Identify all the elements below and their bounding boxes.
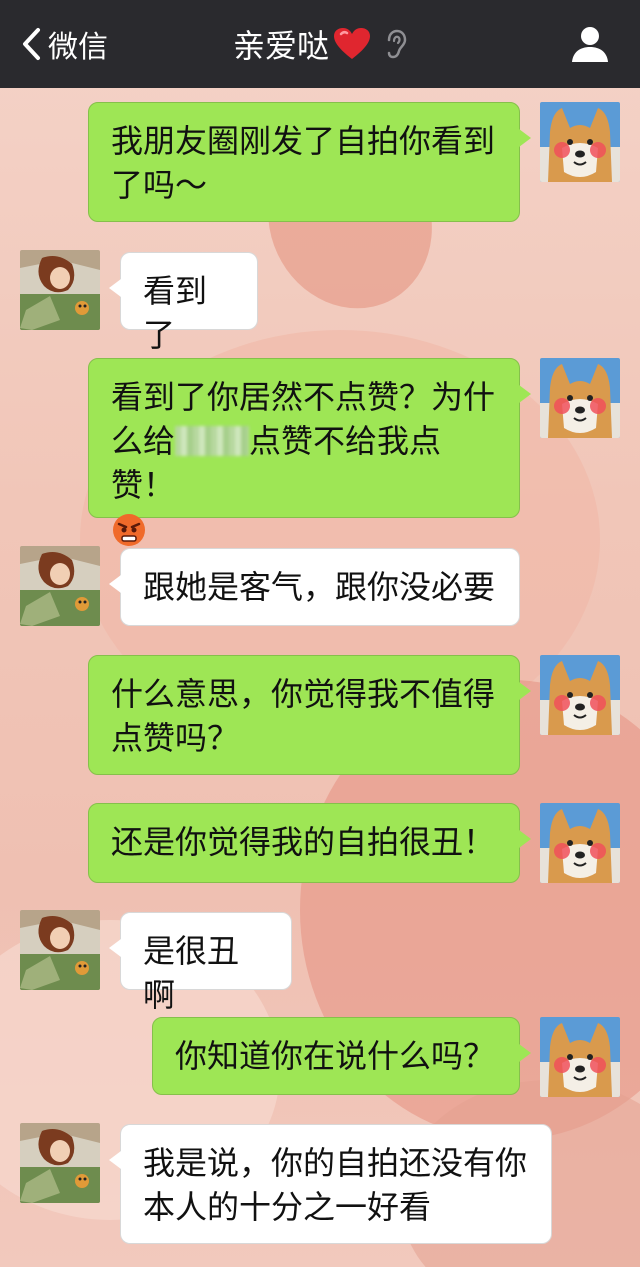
message-bubble-sent[interactable]: 我朋友圈刚发了自拍你看到了吗～ xyxy=(88,102,531,222)
contact-profile-button[interactable] xyxy=(570,24,610,64)
message-bubble-received[interactable]: 我是说，你的自拍还没有你本人的十分之一好看 xyxy=(109,1124,552,1244)
contact-avatar[interactable] xyxy=(20,546,100,626)
message-text: 什么意思，你觉得我不值得点赞吗？ xyxy=(111,675,496,757)
contact-name: 亲爱哒 xyxy=(232,27,329,65)
angry-face-icon xyxy=(113,514,145,546)
message-text: 你知道你在说什么吗？ xyxy=(175,1037,496,1075)
message-bubble-received[interactable]: 是很丑啊 xyxy=(109,912,292,1014)
message-bubble-sent[interactable]: 还是你觉得我的自拍很丑！ xyxy=(88,803,531,883)
contact-avatar[interactable] xyxy=(20,1123,100,1203)
message-bubble-sent[interactable]: 什么意思，你觉得我不值得点赞吗？ xyxy=(88,655,531,775)
message-text: 还是你觉得我的自拍很丑！ xyxy=(111,823,496,861)
person-icon xyxy=(572,27,608,62)
my-avatar[interactable] xyxy=(540,358,620,438)
message-text: 我朋友圈刚发了自拍你看到了吗～ xyxy=(111,122,496,204)
message-bubble-sent[interactable]: 你知道你在说什么吗？ xyxy=(152,1017,531,1095)
chat-header: 微信 亲爱哒 xyxy=(0,0,640,88)
chat-title: 亲爱哒 xyxy=(0,0,640,88)
message-bubble-received[interactable]: 看到了 xyxy=(109,252,258,354)
ear-icon xyxy=(385,28,407,60)
message-bubble-received[interactable]: 跟她是客气，跟你没必要 xyxy=(109,548,520,626)
my-avatar[interactable] xyxy=(540,1017,620,1097)
heart-icon xyxy=(333,27,371,61)
my-avatar[interactable] xyxy=(540,102,620,182)
blurred-name xyxy=(175,426,250,456)
message-text: 跟她是客气，跟你没必要 xyxy=(143,568,496,606)
contact-avatar[interactable] xyxy=(20,910,100,990)
my-avatar[interactable] xyxy=(540,655,620,735)
my-avatar[interactable] xyxy=(540,803,620,883)
contact-avatar[interactable] xyxy=(20,250,100,330)
message-bubble-sent[interactable]: 看到了你居然不点赞？为什么给 点赞不给我点赞！ xyxy=(88,358,531,546)
message-text: 我是说，你的自拍还没有你本人的十分之一好看 xyxy=(143,1144,528,1226)
